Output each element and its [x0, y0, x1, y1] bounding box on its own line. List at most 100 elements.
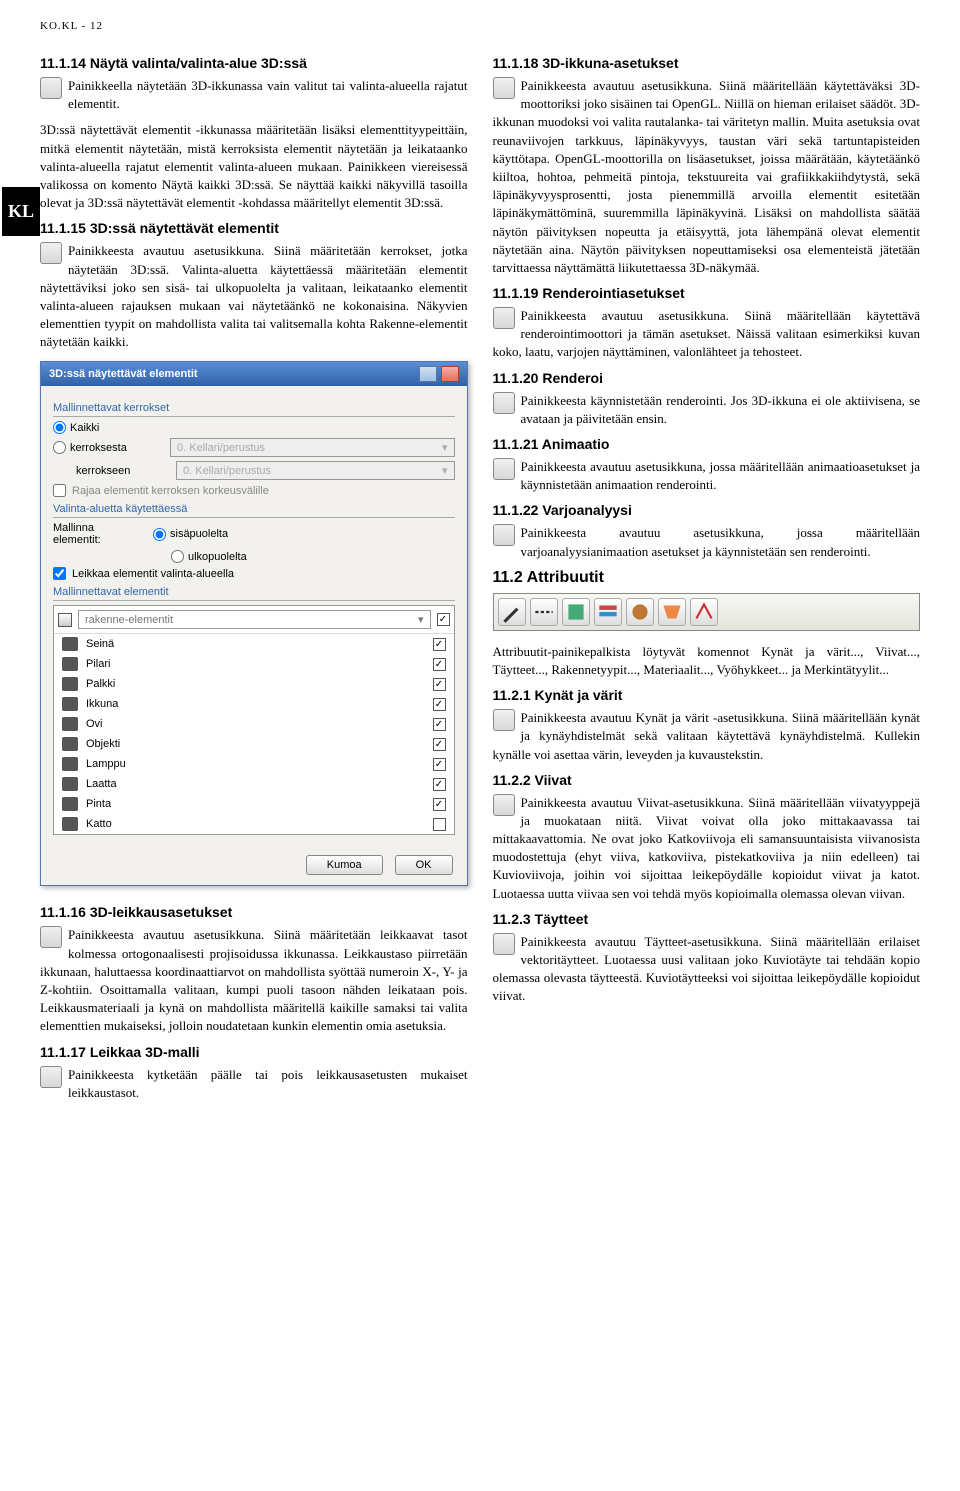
element-type-icon — [62, 777, 78, 791]
fills-icon — [493, 933, 515, 955]
close-button[interactable] — [441, 366, 459, 382]
element-type-icon — [62, 737, 78, 751]
radio-inside[interactable]: sisäpuolelta — [153, 528, 228, 541]
collapse-icon[interactable] — [58, 613, 72, 627]
label: Leikkaa elementit valinta-alueella — [72, 568, 234, 580]
label: kerroksesta — [70, 442, 160, 454]
group-selection: Valinta-aluetta käytettäessä — [53, 503, 455, 518]
element-checkbox[interactable]: ✓ — [433, 658, 446, 671]
element-checkbox[interactable]: ✓ — [433, 678, 446, 691]
element-name: Pinta — [86, 798, 111, 810]
window-3d-icon — [493, 77, 515, 99]
materials-button[interactable] — [626, 598, 654, 626]
paragraph: Painikkeesta avautuu Viivat-asetusikkuna… — [493, 794, 921, 903]
list-item: Pilari✓ — [54, 654, 454, 674]
element-checkbox[interactable]: ✓ — [433, 798, 446, 811]
list-item: Verhorakenne — [54, 834, 454, 835]
element-checkbox[interactable] — [433, 818, 446, 831]
floor-to-combo[interactable]: 0. Kellari/perustus▾ — [176, 461, 455, 480]
dialog-body: Mallinnettavat kerrokset Kaikki kerrokse… — [41, 386, 467, 845]
list-item: Ovi✓ — [54, 714, 454, 734]
text: Painikkeesta avautuu asetusikkuna, jossa… — [521, 459, 921, 492]
element-checkbox[interactable]: ✓ — [433, 738, 446, 751]
lines-icon — [493, 794, 515, 816]
text: Painikkeesta avautuu Kynät ja värit -ase… — [493, 710, 921, 761]
element-checkbox[interactable]: ✓ — [433, 778, 446, 791]
markup-button[interactable] — [690, 598, 718, 626]
element-name: Lamppu — [86, 758, 126, 770]
text: Painikkeesta käynnistetään renderointi. … — [521, 393, 921, 426]
group-floors: Mallinnettavat kerrokset — [53, 402, 455, 417]
element-type-icon — [62, 637, 78, 651]
dialog-titlebar[interactable]: 3D:ssä näytettävät elementit — [41, 362, 467, 386]
cancel-button[interactable]: Kumoa — [306, 855, 383, 875]
cut-settings-icon — [40, 926, 62, 948]
floor-from-combo[interactable]: 0. Kellari/perustus▾ — [170, 438, 455, 457]
list-item: Objekti✓ — [54, 734, 454, 754]
fills-button[interactable] — [562, 598, 590, 626]
attribute-toolbar — [493, 593, 921, 631]
text: Painikkeesta kytketään päälle tai pois l… — [68, 1067, 468, 1100]
zones-button[interactable] — [658, 598, 686, 626]
check-cut[interactable]: Leikkaa elementit valinta-alueella — [53, 567, 455, 580]
paragraph: Painikkeesta käynnistetään renderointi. … — [493, 392, 921, 428]
heading-11-1-19: 11.1.19 Renderointiasetukset — [493, 285, 921, 301]
all-checkbox[interactable]: ✓ — [437, 613, 450, 626]
text: Painikkeesta avautuu Viivat-asetusikkuna… — [493, 795, 921, 901]
pens-icon — [493, 709, 515, 731]
list-item: Seinä✓ — [54, 634, 454, 654]
lines-button[interactable] — [530, 598, 558, 626]
help-button[interactable] — [419, 366, 437, 382]
element-name: Katto — [86, 818, 112, 830]
element-checkbox[interactable]: ✓ — [433, 638, 446, 651]
render-icon — [493, 392, 515, 414]
heading-11-1-20: 11.1.20 Renderoi — [493, 370, 921, 386]
paragraph: Painikkeesta avautuu asetusikkuna. Siinä… — [493, 307, 921, 362]
list-item: Lamppu ✓ — [54, 754, 454, 774]
element-type-icon — [62, 817, 78, 831]
heading-11-1-16: 11.1.16 3D-leikkausasetukset — [40, 904, 468, 920]
element-checkbox[interactable]: ✓ — [433, 698, 446, 711]
heading-11-1-17: 11.1.17 Leikkaa 3D-malli — [40, 1044, 468, 1060]
list-item: Katto — [54, 814, 454, 834]
element-name: Ikkuna — [86, 698, 118, 710]
check-height-range[interactable]: Rajaa elementit kerroksen korkeusvälille — [53, 484, 455, 497]
radio-from[interactable]: kerroksesta — [53, 441, 160, 454]
dialog-title: 3D:ssä näytettävät elementit — [49, 368, 198, 380]
side-tab: KL — [2, 187, 40, 236]
pens-button[interactable] — [498, 598, 526, 626]
element-type-icon — [62, 717, 78, 731]
element-type-icon — [62, 757, 78, 771]
label: kerrokseen — [76, 465, 166, 477]
paragraph: Attribuutit-painikepalkista löytyvät kom… — [493, 643, 921, 679]
label: ulkopuolelta — [188, 551, 247, 563]
element-type-icon — [62, 677, 78, 691]
heading-11-1-18: 11.1.18 3D-ikkuna-asetukset — [493, 55, 921, 71]
paragraph: Painikkeesta avautuu Täytteet-asetusikku… — [493, 933, 921, 1006]
ok-button[interactable]: OK — [395, 855, 453, 875]
paragraph: Painikkeesta avautuu asetusikkuna. Siinä… — [493, 77, 921, 277]
element-checkbox[interactable]: ✓ — [433, 758, 446, 771]
element-type-combo[interactable]: rakenne-elementit▾ — [78, 610, 431, 629]
animation-icon — [493, 458, 515, 480]
label: sisäpuolelta — [170, 528, 228, 540]
text: Painikkeesta avautuu asetusikkuna. Siinä… — [493, 308, 921, 359]
radio-all[interactable]: Kaikki — [53, 421, 99, 434]
element-list: rakenne-elementit▾ ✓ Seinä✓Pilari✓Palkki… — [53, 605, 455, 835]
heading-11-2-1: 11.2.1 Kynät ja värit — [493, 687, 921, 703]
paragraph: Painikkeesta avautuu asetusikkuna, jossa… — [493, 458, 921, 494]
heading-11-1-15: 11.1.15 3D:ssä näytettävät elementit — [40, 220, 468, 236]
paragraph: Painikkeella näytetään 3D-ikkunassa vain… — [40, 77, 468, 113]
radio-outside[interactable]: ulkopuolelta — [171, 550, 247, 563]
label: Kaikki — [70, 422, 99, 434]
composites-button[interactable] — [594, 598, 622, 626]
text: Painikkeesta avautuu asetusikkuna. Siinä… — [493, 78, 921, 275]
left-column: 11.1.14 Näytä valinta/valinta-alue 3D:ss… — [40, 47, 468, 1110]
element-checkbox[interactable]: ✓ — [433, 718, 446, 731]
element-name: Laatta — [86, 778, 117, 790]
text: Painikkeesta avautuu asetusikkuna, jossa… — [521, 525, 921, 558]
text: Painikkeesta avautuu asetusikkuna. Siinä… — [40, 927, 468, 1033]
heading-11-2: 11.2 Attribuutit — [493, 569, 921, 587]
text: Painikkeesta avautuu Täytteet-asetusikku… — [493, 934, 921, 1004]
heading-11-1-14: 11.1.14 Näytä valinta/valinta-alue 3D:ss… — [40, 55, 468, 71]
